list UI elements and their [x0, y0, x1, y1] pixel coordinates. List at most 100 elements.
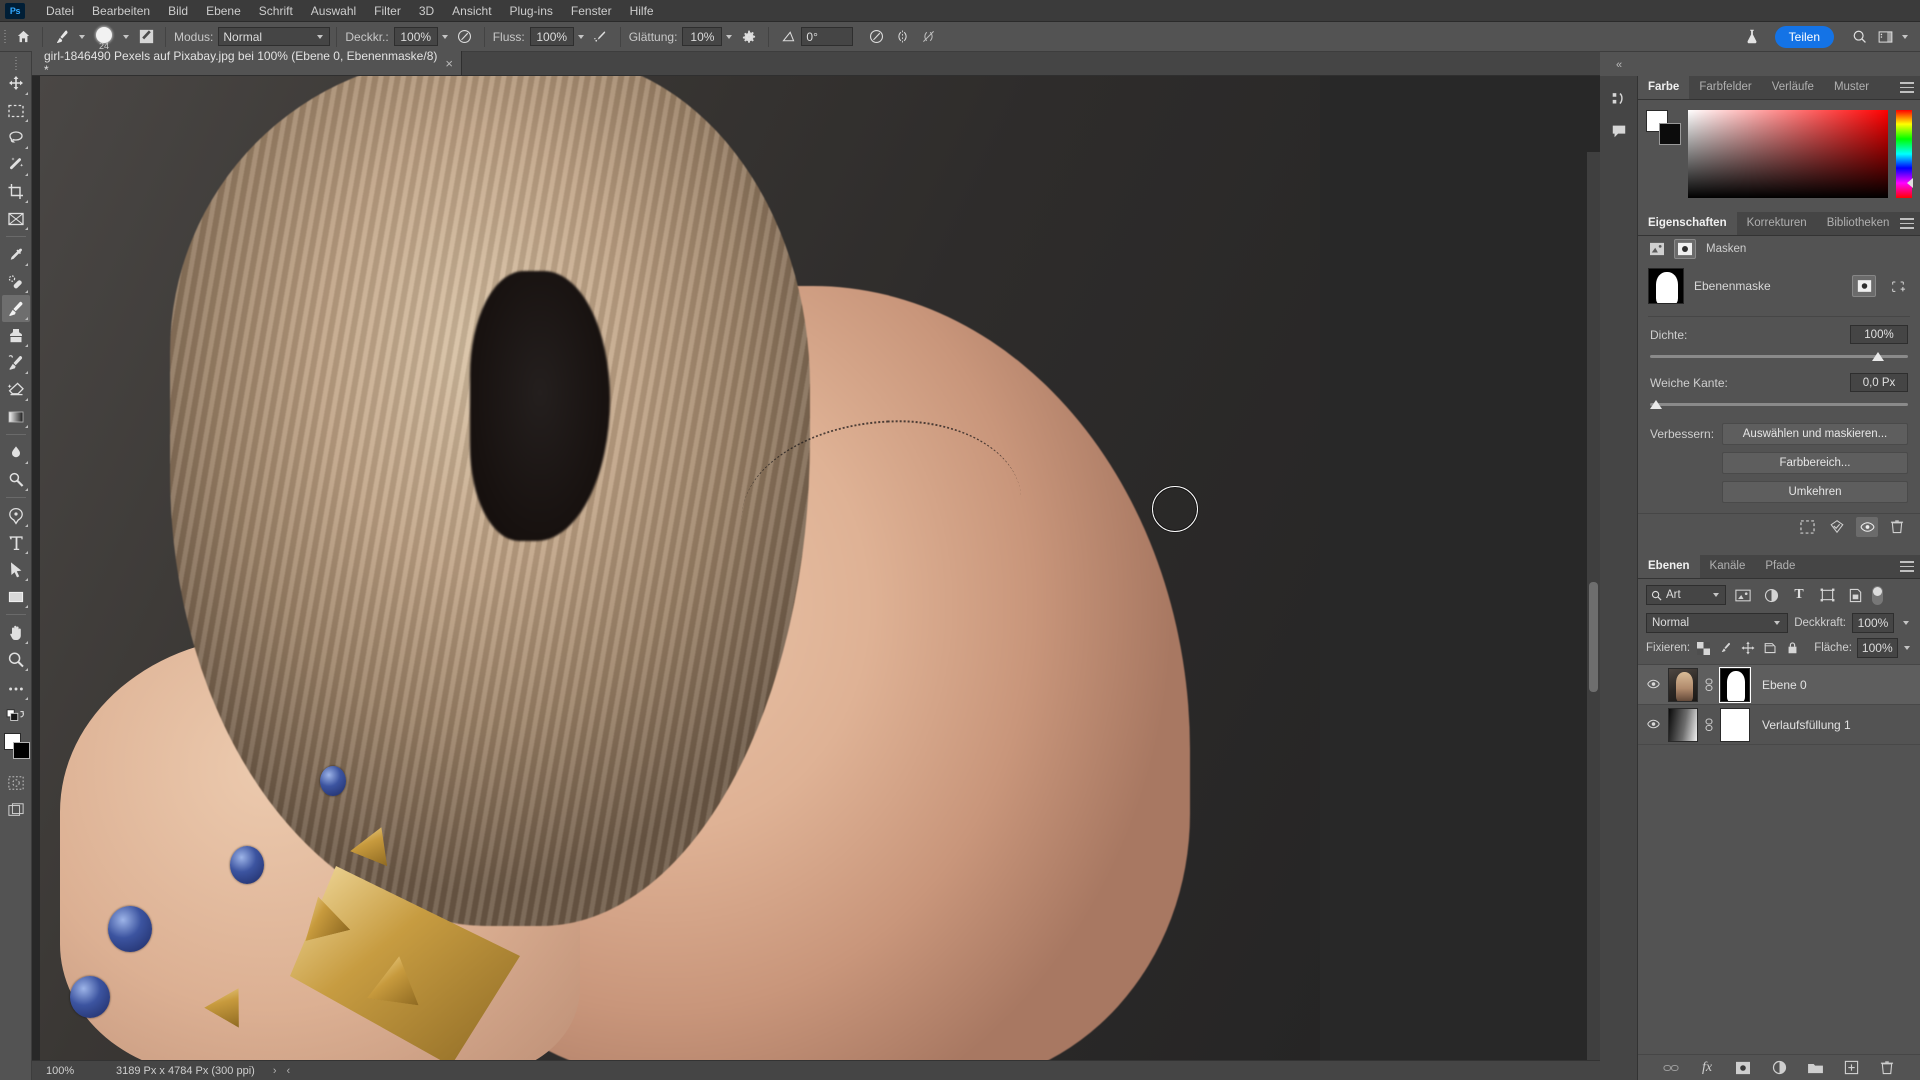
tab-bibliotheken[interactable]: Bibliotheken: [1817, 211, 1900, 235]
layer-row[interactable]: Ebene 0: [1638, 665, 1920, 705]
delete-layer-icon[interactable]: [1877, 1058, 1897, 1078]
collapse-panels-icon[interactable]: «: [1600, 56, 1638, 74]
feather-value[interactable]: 0,0 Px: [1850, 373, 1908, 392]
zoom-tool[interactable]: [2, 646, 30, 673]
scrollbar-thumb[interactable]: [1589, 582, 1598, 692]
share-button[interactable]: Teilen: [1774, 25, 1834, 48]
history-brush-tool[interactable]: [2, 349, 30, 376]
menu-item-filter[interactable]: Filter: [365, 0, 410, 22]
select-mask-icon[interactable]: [1852, 275, 1876, 297]
type-tool[interactable]: [2, 529, 30, 556]
menu-item-hilfe[interactable]: Hilfe: [621, 0, 663, 22]
chevron-left-icon[interactable]: ‹: [286, 1065, 290, 1077]
brush-tool[interactable]: [1, 295, 30, 322]
document-image[interactable]: [40, 76, 1320, 1066]
pressure-size-icon[interactable]: [863, 25, 889, 49]
shape-tool[interactable]: [2, 583, 30, 610]
tab-farbe[interactable]: Farbe: [1638, 75, 1690, 99]
menu-item-bearbeiten[interactable]: Bearbeiten: [83, 0, 159, 22]
eye-icon[interactable]: [1644, 715, 1662, 735]
tab-ebenen[interactable]: Ebenen: [1638, 554, 1700, 578]
load-selection-icon[interactable]: [1796, 517, 1818, 537]
symmetry-off-icon[interactable]: [915, 25, 941, 49]
blend-mode-select[interactable]: Normal: [1646, 613, 1789, 633]
crop-tool[interactable]: [2, 178, 30, 205]
gear-icon[interactable]: [736, 25, 762, 49]
lock-all-icon[interactable]: [1784, 638, 1801, 658]
apply-mask-icon[interactable]: [1826, 517, 1848, 537]
tab-verl-ufe[interactable]: Verläufe: [1762, 75, 1824, 99]
flask-icon[interactable]: [1739, 25, 1765, 49]
brush-preset-caret[interactable]: [119, 27, 133, 46]
menu-item-3d[interactable]: 3D: [410, 0, 443, 22]
home-icon[interactable]: [10, 25, 36, 49]
quick-selection-tool[interactable]: [2, 151, 30, 178]
brush-settings-icon[interactable]: [133, 25, 159, 49]
menu-item-ebene[interactable]: Ebene: [197, 0, 250, 22]
panel-menu-icon[interactable]: [1900, 561, 1914, 573]
filter-shape-icon[interactable]: [1816, 585, 1838, 605]
link-icon[interactable]: [1704, 677, 1714, 692]
layer-thumbnail[interactable]: [1668, 667, 1698, 702]
blur-tool[interactable]: [2, 439, 30, 466]
layer-filter-select[interactable]: Art: [1646, 585, 1726, 605]
hue-strip[interactable]: [1896, 110, 1913, 198]
chevron-right-icon[interactable]: ›: [273, 1065, 277, 1077]
screen-mode-icon[interactable]: [2, 796, 30, 823]
smoothing-caret[interactable]: [722, 27, 736, 46]
angle-input[interactable]: 0°: [801, 27, 854, 46]
smoothing-input[interactable]: 10%: [682, 27, 723, 46]
density-slider-knob[interactable]: [1872, 352, 1884, 361]
layer-thumbnail[interactable]: [1668, 707, 1698, 742]
eye-icon[interactable]: [1644, 675, 1662, 695]
fill-caret[interactable]: [1903, 638, 1912, 658]
density-value[interactable]: 100%: [1850, 325, 1908, 344]
healing-brush-tool[interactable]: [2, 268, 30, 295]
airbrush-icon[interactable]: [588, 25, 614, 49]
dodge-tool[interactable]: [2, 466, 30, 493]
lock-transparency-icon[interactable]: [1695, 638, 1712, 658]
layer-opacity-input[interactable]: 100%: [1852, 613, 1894, 633]
feather-slider-knob[interactable]: [1650, 400, 1662, 409]
lock-position-icon[interactable]: [1740, 638, 1757, 658]
color-panel-swatches[interactable]: [1646, 110, 1681, 145]
pressure-opacity-icon[interactable]: [452, 25, 478, 49]
menu-item-fenster[interactable]: Fenster: [562, 0, 621, 22]
layer-row[interactable]: Verlaufsfüllung 1: [1638, 705, 1920, 745]
document-tab[interactable]: girl-1846490 Pexels auf Pixabay.jpg bei …: [32, 49, 462, 77]
brush-tool-icon[interactable]: [49, 25, 75, 49]
eyedropper-tool[interactable]: [2, 241, 30, 268]
clone-stamp-tool[interactable]: [2, 322, 30, 349]
layer-mask-thumbnail[interactable]: [1719, 666, 1751, 703]
filter-pixel-icon[interactable]: [1732, 585, 1754, 605]
menu-item-bild[interactable]: Bild: [159, 0, 197, 22]
invert-button[interactable]: Umkehren: [1722, 481, 1908, 503]
move-tool[interactable]: [2, 70, 30, 97]
pen-tool[interactable]: [2, 502, 30, 529]
pixel-mask-icon[interactable]: [1646, 239, 1668, 259]
opacity-input[interactable]: 100%: [393, 27, 438, 46]
vector-mask-icon[interactable]: [1674, 239, 1696, 259]
color-panel-background[interactable]: [1659, 123, 1681, 145]
new-group-icon[interactable]: [1805, 1058, 1825, 1078]
close-icon[interactable]: ×: [445, 57, 453, 70]
gradient-tool[interactable]: [2, 403, 30, 430]
options-bar-grip[interactable]: [0, 24, 10, 50]
default-colors-icon[interactable]: [2, 702, 30, 729]
tab-eigenschaften[interactable]: Eigenschaften: [1638, 211, 1737, 235]
tab-korrekturen[interactable]: Korrekturen: [1737, 211, 1817, 235]
eraser-tool[interactable]: [2, 376, 30, 403]
tab-kan-le[interactable]: Kanäle: [1700, 554, 1756, 578]
menu-item-plug-ins[interactable]: Plug-ins: [501, 0, 562, 22]
density-slider[interactable]: [1650, 349, 1908, 365]
select-and-mask-button[interactable]: Auswählen und maskieren...: [1722, 423, 1908, 445]
tab-pfade[interactable]: Pfade: [1755, 554, 1805, 578]
opacity-caret[interactable]: [438, 27, 452, 46]
canvas-vertical-scrollbar[interactable]: [1587, 152, 1600, 1080]
toggle-mask-visibility-icon[interactable]: [1856, 516, 1878, 537]
panel-menu-icon[interactable]: [1900, 218, 1914, 230]
filter-adjustment-icon[interactable]: [1760, 585, 1782, 605]
hand-tool[interactable]: [2, 619, 30, 646]
color-range-button[interactable]: Farbbereich...: [1722, 452, 1908, 474]
flow-caret[interactable]: [574, 27, 588, 46]
